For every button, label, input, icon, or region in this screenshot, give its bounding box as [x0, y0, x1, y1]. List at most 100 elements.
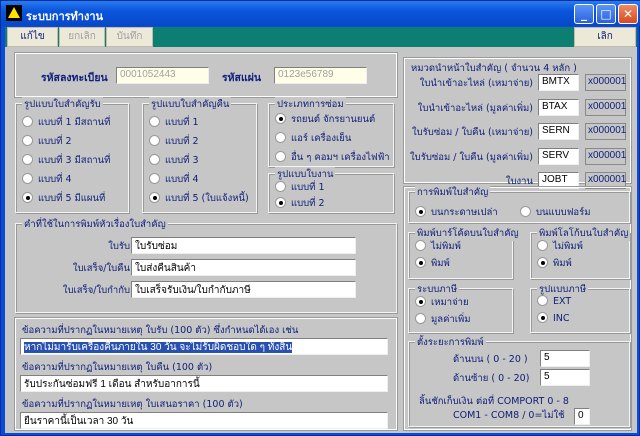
- logo-group: พิมพ์โลโก้บนใบสำคัญ ไม่พิมพ์ พิมพ์: [530, 226, 631, 279]
- prefix-input[interactable]: SERV: [538, 147, 579, 165]
- note-input[interactable]: หากไม่มารับเครื่องคืนภายใน 30 วัน จะไม่ร…: [20, 338, 388, 355]
- radio-icon: [537, 312, 548, 323]
- prefix-label: ใบรับซ่อม / ใบคืน (มูลค่าเพิ่ม): [410, 151, 533, 163]
- left-margin-input[interactable]: 5: [540, 369, 590, 386]
- left-margin-label: ด้านซ้าย ( 0 - 20): [453, 373, 530, 384]
- title-label: ใบรับ: [108, 241, 130, 252]
- repair-type-option[interactable]: แอร์ เครื่องเย็น: [275, 131, 351, 145]
- option-label: บนกระดาษเปล่า: [431, 207, 498, 218]
- repair-type-option[interactable]: รถยนต์ จักรยานยนต์: [275, 112, 375, 126]
- note-input[interactable]: ยืนราคานี้เป็นเวลา 30 วัน: [20, 412, 388, 429]
- receive-format-option[interactable]: แบบที่ 3 มีสถานที่: [22, 153, 110, 167]
- receive-format-option[interactable]: แบบที่ 4: [22, 172, 72, 186]
- toolbar: แก้ไข ยกเลิก บันทึก เลิก: [5, 27, 637, 47]
- window-title: ระบบการทำงาน: [26, 10, 104, 23]
- prefix-input[interactable]: SERN: [538, 123, 579, 140]
- prefix-frame: หมวดนำหน้าใบสำคัญ ( จำนวน 4 หลัก ) ใบนำเ…: [403, 57, 632, 189]
- print-doc-title: การพิมพ์ใบสำคัญ: [415, 185, 491, 200]
- logo-option[interactable]: ไม่พิมพ์: [537, 239, 583, 253]
- title-input[interactable]: ใบส่งคืนสินค้า: [131, 259, 356, 276]
- prefix-input[interactable]: BTAX: [538, 98, 579, 116]
- barcode-option[interactable]: พิมพ์: [415, 256, 450, 270]
- radio-icon: [149, 116, 160, 127]
- margins-group: ตั้งระยะการพิมพ์ ด้านบน ( 0 - 20 ) 5 ด้า…: [408, 335, 630, 427]
- radio-icon: [415, 240, 426, 251]
- close-button[interactable]: ✕: [618, 4, 638, 24]
- title-label: ใบเสร็จ/ใบคืน: [72, 263, 130, 274]
- return-format-option[interactable]: แบบที่ 4: [149, 172, 199, 186]
- registration-frame: รหัสลงทะเบียน 0001052443 รหัสแผ่น 0123e5…: [14, 52, 398, 98]
- radio-icon: [22, 135, 33, 146]
- maximize-button[interactable]: □: [596, 4, 616, 24]
- radio-icon: [275, 132, 286, 143]
- option-label: แบบที่ 1: [291, 182, 325, 193]
- print-doc-option[interactable]: บนแบบฟอร์ม: [520, 205, 591, 219]
- com-label: COM1 - COM8 / 0=ไม่ใช้: [453, 410, 565, 421]
- return-format-group: รูปแบบใบสำคัญคืน แบบที่ 1 แบบที่ 2 แบบที่ …: [142, 97, 257, 213]
- repair-type-title: ประเภทการซ่อม: [275, 97, 346, 112]
- note-input[interactable]: รับประกันซ่อมฟรี 1 เดือน สำหรับอาการนี้: [20, 375, 388, 392]
- disk-key-input[interactable]: 0123e56789: [274, 67, 367, 84]
- barcode-option[interactable]: ไม่พิมพ์: [415, 239, 461, 253]
- tax-format-option[interactable]: EXT: [537, 295, 571, 309]
- return-format-option[interactable]: แบบที่ 3: [149, 153, 199, 167]
- repair-type-option[interactable]: อื่น ๆ คอมฯ เครื่องไฟฟ้า: [275, 150, 390, 164]
- return-format-title: รูปแบบใบสำคัญคืน: [149, 97, 232, 112]
- title-label: ใบเสร็จ/ใบกำกับ: [62, 285, 130, 296]
- disk-key-label: รหัสแผ่น: [222, 72, 262, 84]
- radio-icon: [415, 296, 426, 307]
- com-port-input[interactable]: 0: [574, 408, 590, 425]
- note-label: ข้อความที่ปรากฏในหมายเหตุ ใบเสนอราคา (10…: [22, 399, 243, 410]
- registration-input[interactable]: 0001052443: [116, 67, 209, 84]
- prefix-input[interactable]: BMTX: [538, 74, 579, 91]
- note-label: ข้อความที่ปรากฏในหมายเหตุ ใบคืน (100 ตัว…: [22, 362, 213, 373]
- receive-format-title: รูปแบบใบสำคัญรับ: [22, 97, 103, 112]
- option-label: รถยนต์ จักรยานยนต์: [291, 114, 376, 125]
- receive-format-group: รูปแบบใบสำคัญรับ แบบที่ 1 มีสถานที่แบบที…: [15, 97, 129, 213]
- print-doc-option[interactable]: บนกระดาษเปล่า: [415, 205, 498, 219]
- drawer-label: ลิ้นชักเก็บเงิน ต่อที่ COMPORT 0 - 8: [419, 396, 569, 407]
- option-label: แอร์ เครื่องเย็น: [291, 133, 352, 144]
- radio-icon: [415, 206, 426, 217]
- radio-icon: [149, 135, 160, 146]
- option-label: บนแบบฟอร์ม: [536, 207, 591, 218]
- radio-icon: [415, 313, 426, 324]
- option-label: อื่น ๆ คอมฯ เครื่องไฟฟ้า: [291, 152, 390, 163]
- option-label: แบบที่ 4: [38, 174, 72, 185]
- radio-icon: [149, 154, 160, 165]
- option-label: แบบที่ 3: [165, 155, 199, 166]
- option-label: แบบที่ 2: [38, 136, 72, 147]
- minimize-button[interactable]: _: [574, 4, 594, 24]
- return-format-option[interactable]: แบบที่ 1: [149, 115, 199, 129]
- logo-option[interactable]: พิมพ์: [537, 256, 572, 270]
- top-margin-input[interactable]: 5: [540, 350, 590, 367]
- option-label: พิมพ์: [553, 258, 572, 269]
- edit-button[interactable]: แก้ไข: [7, 27, 58, 47]
- exit-button[interactable]: เลิก: [574, 27, 636, 47]
- option-label: มูลค่าเพิ่ม: [431, 314, 471, 325]
- running-number: x000001: [585, 74, 626, 91]
- receive-format-option[interactable]: แบบที่ 1 มีสถานที่: [22, 115, 110, 129]
- note-text: ยืนราคานี้เป็นเวลา 30 วัน: [24, 416, 134, 427]
- option-label: INC: [553, 313, 570, 324]
- title-bar: ระบบการทำงาน _ □ ✕: [1, 1, 640, 26]
- title-input[interactable]: ใบรับซ่อม: [131, 237, 356, 254]
- option-label: เหมาจ่าย: [431, 297, 469, 308]
- top-margin-label: ด้านบน ( 0 - 20 ): [453, 354, 528, 365]
- tax-system-option[interactable]: มูลค่าเพิ่ม: [415, 312, 471, 326]
- job-format-option[interactable]: แบบที่ 1: [275, 180, 325, 194]
- radio-icon: [537, 257, 548, 268]
- cancel-button[interactable]: ยกเลิก: [59, 27, 105, 47]
- receive-format-option[interactable]: แบบที่ 2: [22, 134, 72, 148]
- titles-title: คำที่ใช้ในการพิมพ์หัวเรื่องใบสำคัญ: [22, 217, 168, 232]
- save-button[interactable]: บันทึก: [106, 27, 153, 47]
- running-number: x000001: [585, 123, 626, 140]
- title-input[interactable]: ใบเสร็จรับเงิน/ใบกำกับภาษี: [131, 281, 356, 298]
- radio-icon: [275, 151, 286, 162]
- return-format-option[interactable]: แบบที่ 2: [149, 134, 199, 148]
- margins-title: ตั้งระยะการพิมพ์: [415, 335, 486, 350]
- tax-format-option[interactable]: INC: [537, 312, 570, 326]
- option-label: แบบที่ 4: [165, 174, 199, 185]
- tax-system-group: ระบบภาษี เหมาจ่าย มูลค่าเพิ่ม: [408, 282, 513, 333]
- tax-system-option[interactable]: เหมาจ่าย: [415, 295, 469, 309]
